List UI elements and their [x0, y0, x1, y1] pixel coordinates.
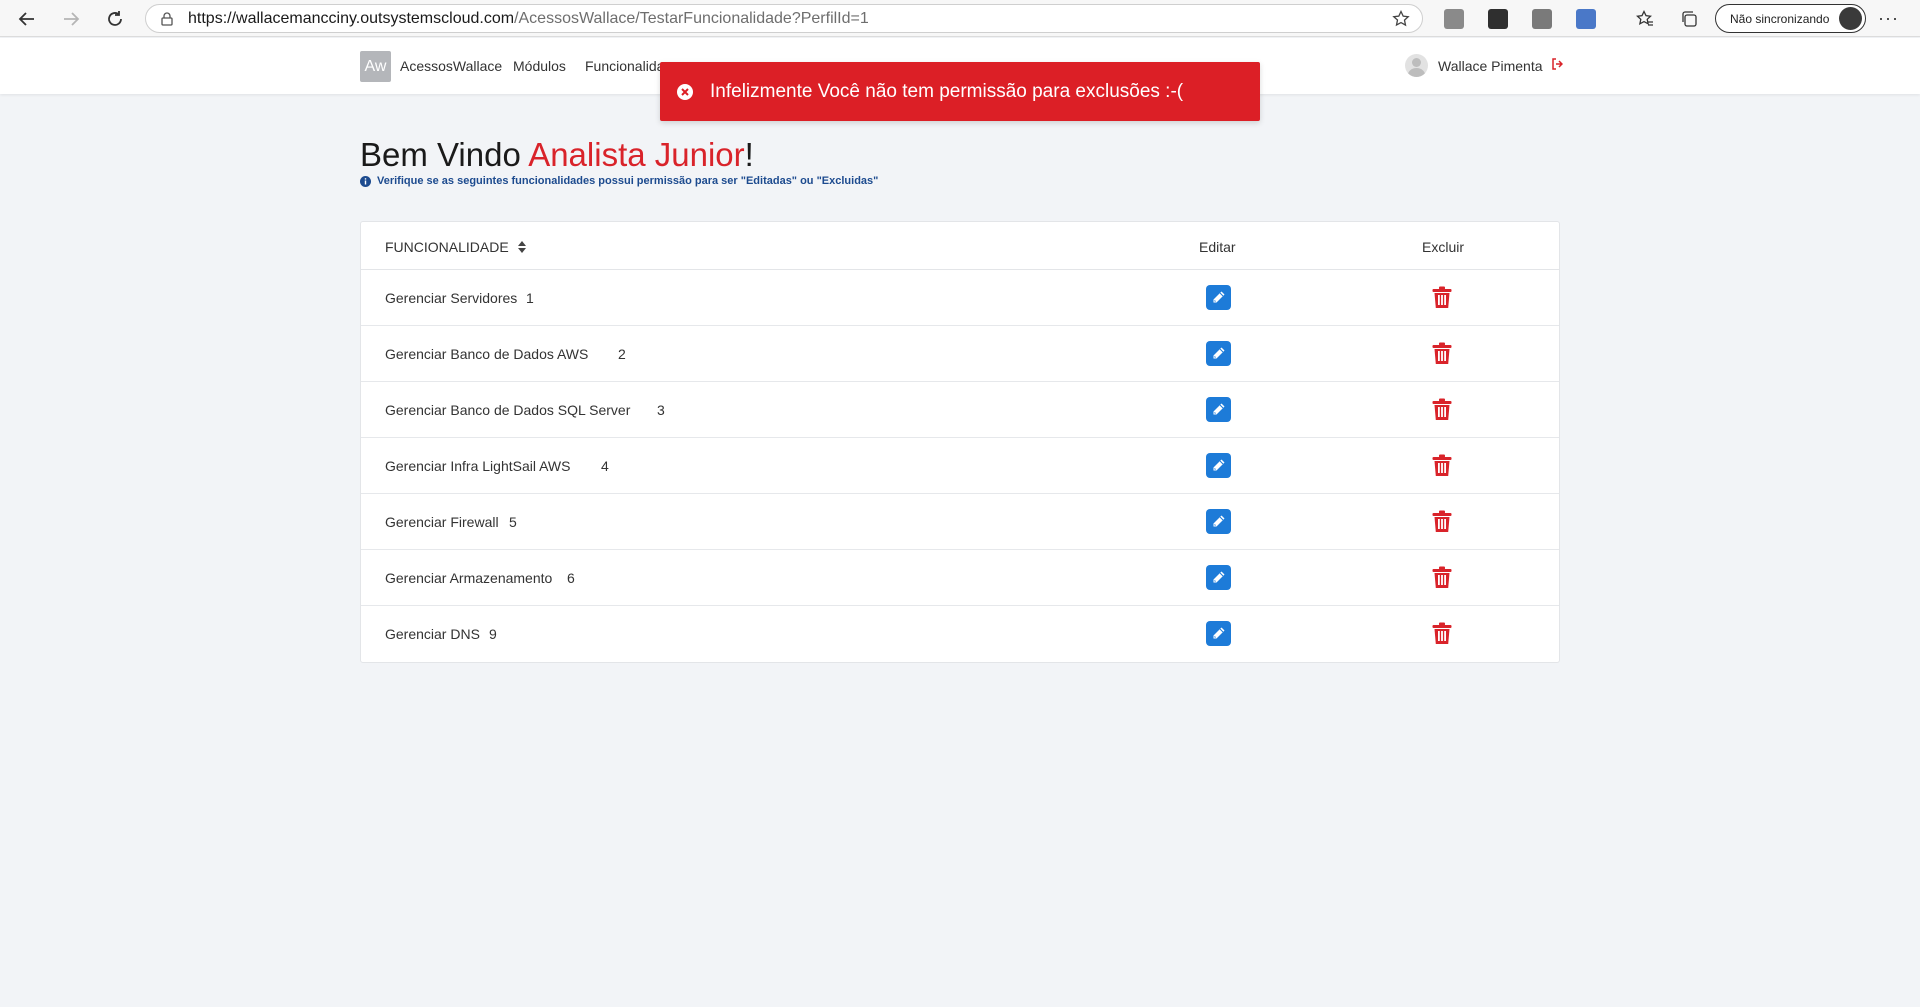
row-funcionalidade-name: Gerenciar Armazenamento: [385, 570, 553, 586]
pencil-icon: [1213, 571, 1225, 583]
refresh-icon[interactable]: [102, 6, 128, 32]
add-favorite-icon[interactable]: [1392, 10, 1410, 28]
trash-icon: [1432, 398, 1452, 420]
delete-button[interactable]: [1431, 621, 1453, 646]
edit-button[interactable]: [1206, 453, 1231, 478]
row-funcionalidade-id: 6: [567, 570, 575, 586]
table-row: Gerenciar Servidores 1: [361, 270, 1559, 326]
title-role: Analista Junior: [528, 136, 745, 173]
page-subtitle: Verifique se as seguintes funcionalidade…: [360, 175, 878, 187]
title-prefix: Bem Vindo: [360, 136, 529, 173]
trash-icon: [1432, 510, 1452, 532]
column-header-label: FUNCIONALIDADE: [385, 239, 509, 255]
more-options-icon[interactable]: ···: [1878, 8, 1899, 29]
delete-button[interactable]: [1431, 285, 1453, 310]
row-funcionalidade-name: Gerenciar DNS: [385, 626, 480, 642]
delete-button[interactable]: [1431, 565, 1453, 590]
table-row: Gerenciar Banco de Dados SQL Server 3: [361, 382, 1559, 438]
table-row: Gerenciar Armazenamento 6: [361, 550, 1559, 606]
sort-icon[interactable]: [517, 241, 526, 253]
edit-button[interactable]: [1206, 397, 1231, 422]
row-funcionalidade-name: Gerenciar Servidores: [385, 290, 518, 306]
column-header-editar: Editar: [1199, 239, 1236, 255]
row-funcionalidade-id: 2: [618, 346, 626, 362]
edit-button[interactable]: [1206, 565, 1231, 590]
trash-icon: [1432, 286, 1452, 308]
table-row: Gerenciar DNS 9: [361, 606, 1559, 662]
table-header: FUNCIONALIDADE Editar Excluir: [361, 222, 1559, 270]
url-domain: https://wallacemancciny.outsystemscloud.…: [188, 9, 515, 27]
edit-button[interactable]: [1206, 621, 1231, 646]
pencil-icon: [1213, 627, 1225, 639]
lock-icon: [161, 11, 173, 26]
app-logo[interactable]: Aw: [360, 51, 391, 82]
trash-icon: [1432, 342, 1452, 364]
delete-button[interactable]: [1431, 397, 1453, 422]
menu-item-acessoswallace[interactable]: AcessosWallace: [400, 58, 502, 74]
browser-toolbar: https://wallacemancciny.outsystemscloud.…: [0, 0, 1920, 37]
title-suffix: !: [744, 136, 754, 173]
selenium-extension-icon[interactable]: [1488, 9, 1508, 29]
pencil-icon: [1213, 459, 1225, 471]
table-row: Gerenciar Infra LightSail AWS 4: [361, 438, 1559, 494]
edit-button[interactable]: [1206, 341, 1231, 366]
row-funcionalidade-name: Gerenciar Banco de Dados SQL Server: [385, 402, 631, 418]
forward-icon[interactable]: [58, 6, 84, 32]
edit-button[interactable]: [1206, 509, 1231, 534]
row-funcionalidade-id: 1: [526, 290, 534, 306]
delete-button[interactable]: [1431, 341, 1453, 366]
extension-icon[interactable]: [1444, 9, 1464, 29]
menu-item-funcionalidades[interactable]: Funcionalida: [585, 58, 664, 74]
address-bar[interactable]: https://wallacemancciny.outsystemscloud.…: [145, 4, 1423, 33]
error-icon: [677, 83, 693, 100]
delete-button[interactable]: [1431, 509, 1453, 534]
menu-item-modulos[interactable]: Módulos: [513, 58, 566, 74]
pencil-icon: [1213, 347, 1225, 359]
profile-sync-button[interactable]: Não sincronizando: [1715, 4, 1866, 33]
subtitle-text: Verifique se as seguintes funcionalidade…: [377, 175, 879, 187]
user-avatar: [1405, 54, 1428, 77]
row-funcionalidade-name: Gerenciar Infra LightSail AWS: [385, 458, 571, 474]
pencil-icon: [1213, 515, 1225, 527]
funcionalidades-table: FUNCIONALIDADE Editar Excluir Gerenciar …: [360, 221, 1560, 663]
row-funcionalidade-name: Gerenciar Banco de Dados AWS: [385, 346, 589, 362]
user-name: Wallace Pimenta: [1438, 57, 1543, 74]
profile-avatar: [1839, 7, 1862, 30]
row-funcionalidade-id: 9: [489, 626, 497, 642]
trash-icon: [1432, 454, 1452, 476]
row-funcionalidade-id: 3: [657, 402, 665, 418]
back-icon[interactable]: [14, 6, 40, 32]
table-row: Gerenciar Banco de Dados AWS 2: [361, 326, 1559, 382]
sync-status-label: Não sincronizando: [1730, 11, 1830, 26]
column-header-excluir: Excluir: [1422, 239, 1465, 255]
collections-icon[interactable]: [1676, 6, 1702, 32]
info-icon: [360, 175, 371, 187]
trash-icon: [1432, 622, 1452, 644]
row-funcionalidade-id: 4: [601, 458, 609, 474]
edit-button[interactable]: [1206, 285, 1231, 310]
page-title: Bem Vindo Analista Junior!: [360, 136, 754, 174]
pencil-icon: [1213, 291, 1225, 303]
favorites-icon[interactable]: [1632, 6, 1658, 32]
column-header-funcionalidade[interactable]: FUNCIONALIDADE: [385, 239, 526, 255]
toast-message: Infelizmente Você não tem permissão para…: [710, 80, 1184, 102]
extension-icon[interactable]: [1532, 9, 1552, 29]
user-menu[interactable]: Wallace Pimenta: [1405, 54, 1563, 77]
pencil-icon: [1213, 403, 1225, 415]
table-row: Gerenciar Firewall 5: [361, 494, 1559, 550]
error-toast: Infelizmente Você não tem permissão para…: [660, 62, 1260, 121]
trash-icon: [1432, 566, 1452, 588]
row-funcionalidade-name: Gerenciar Firewall: [385, 514, 499, 530]
row-funcionalidade-id: 5: [509, 514, 517, 530]
translate-icon[interactable]: [1576, 9, 1596, 29]
url-path: /AcessosWallace/TestarFuncionalidade?Per…: [514, 9, 869, 27]
logout-icon[interactable]: [1551, 58, 1563, 73]
delete-button[interactable]: [1431, 453, 1453, 478]
